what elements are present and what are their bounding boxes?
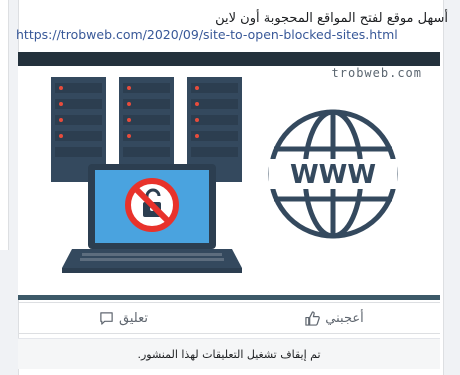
post-link[interactable]: https://trobweb.com/2020/09/site-to-open…	[16, 27, 398, 42]
www-label: WWW	[290, 160, 376, 190]
comment-button[interactable]: تعليق	[18, 303, 229, 333]
post-image[interactable]: trobweb.com WWW	[18, 52, 440, 300]
left-panel-edge	[0, 0, 9, 250]
blocked-lock-icon	[125, 178, 179, 232]
post-text: أسهل موقع لفتح المواقع المحجوبة أون لاين	[215, 11, 448, 26]
like-label: أعجبني	[325, 310, 364, 326]
comments-disabled-note: تم إيقاف تشغيل التعليقات لهذا المنشور.	[18, 338, 440, 369]
comment-label: تعليق	[119, 310, 148, 326]
post-actions-bar: أعجبني تعليق	[18, 302, 440, 334]
like-button[interactable]: أعجبني	[229, 303, 440, 333]
comment-icon	[100, 311, 113, 325]
thumbs-up-icon	[305, 310, 321, 326]
illustration: WWW	[51, 77, 398, 273]
image-bottom-bar	[18, 295, 440, 300]
